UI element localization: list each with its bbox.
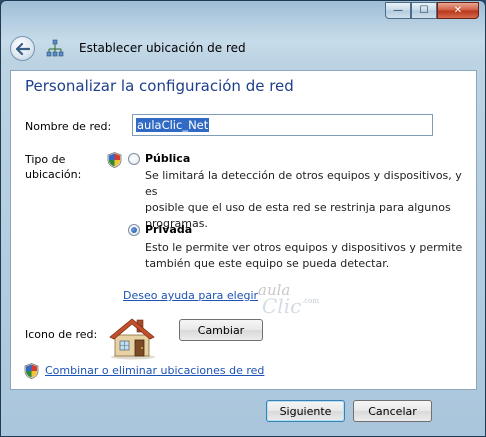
window-title: Establecer ubicación de red [79,41,246,55]
location-type-label-1: Tipo de [25,153,66,166]
watermark-text: Clic [262,294,302,318]
radio-selected-dot [131,227,137,233]
house-icon [109,318,155,360]
network-icon-label: Icono de red: [25,328,98,341]
public-desc-line: Se limitará la detección de otros equipo… [145,169,462,198]
maximize-button[interactable]: ☐ [411,2,437,19]
network-name-input[interactable]: aulaClic_Net [132,114,433,136]
shield-icon [107,152,122,168]
radio-public[interactable] [128,153,140,165]
public-desc-line: programas. [145,217,208,230]
location-type-label-2: ubicación: [25,168,82,181]
caption-buttons: — ☐ ✕ [385,2,479,19]
public-desc-line: posible que el uso de esta red se restri… [145,201,451,214]
arrow-left-icon [15,42,30,55]
private-desc-line: Esto le permite ver otros equipos y disp… [145,241,463,254]
network-icon [46,39,64,57]
option-private-label[interactable]: Privada [145,223,192,236]
network-name-label: Nombre de red: [25,120,112,133]
content-panel: Personalizar la configuración de red Nom… [10,70,477,390]
watermark-text: .com [302,297,319,305]
next-button[interactable]: Siguiente [266,400,345,422]
option-public-label[interactable]: Pública [145,152,190,165]
network-name-value: aulaClic_Net [136,118,210,132]
cancel-button[interactable]: Cancelar [353,400,432,422]
back-button[interactable] [10,36,35,61]
help-link[interactable]: Deseo ayuda para elegir [123,289,258,302]
dialog-window: — ☐ ✕ Establecer ubicación de red Person… [0,0,486,437]
watermark-logo: aula Clic .com [258,281,328,323]
private-desc-line: también que este equipo se pueda detecta… [145,257,390,270]
merge-locations-link[interactable]: Combinar o eliminar ubicaciones de red [45,364,264,377]
option-private-description: Esto le permite ver otros equipos y disp… [145,240,462,272]
page-heading: Personalizar la configuración de red [25,77,294,95]
change-icon-button[interactable]: Cambiar [179,319,263,341]
minimize-button[interactable]: — [385,2,411,19]
close-button[interactable]: ✕ [437,2,479,19]
radio-private[interactable] [128,224,140,236]
option-public-description: Se limitará la detección de otros equipo… [145,168,476,232]
shield-icon [24,363,39,379]
